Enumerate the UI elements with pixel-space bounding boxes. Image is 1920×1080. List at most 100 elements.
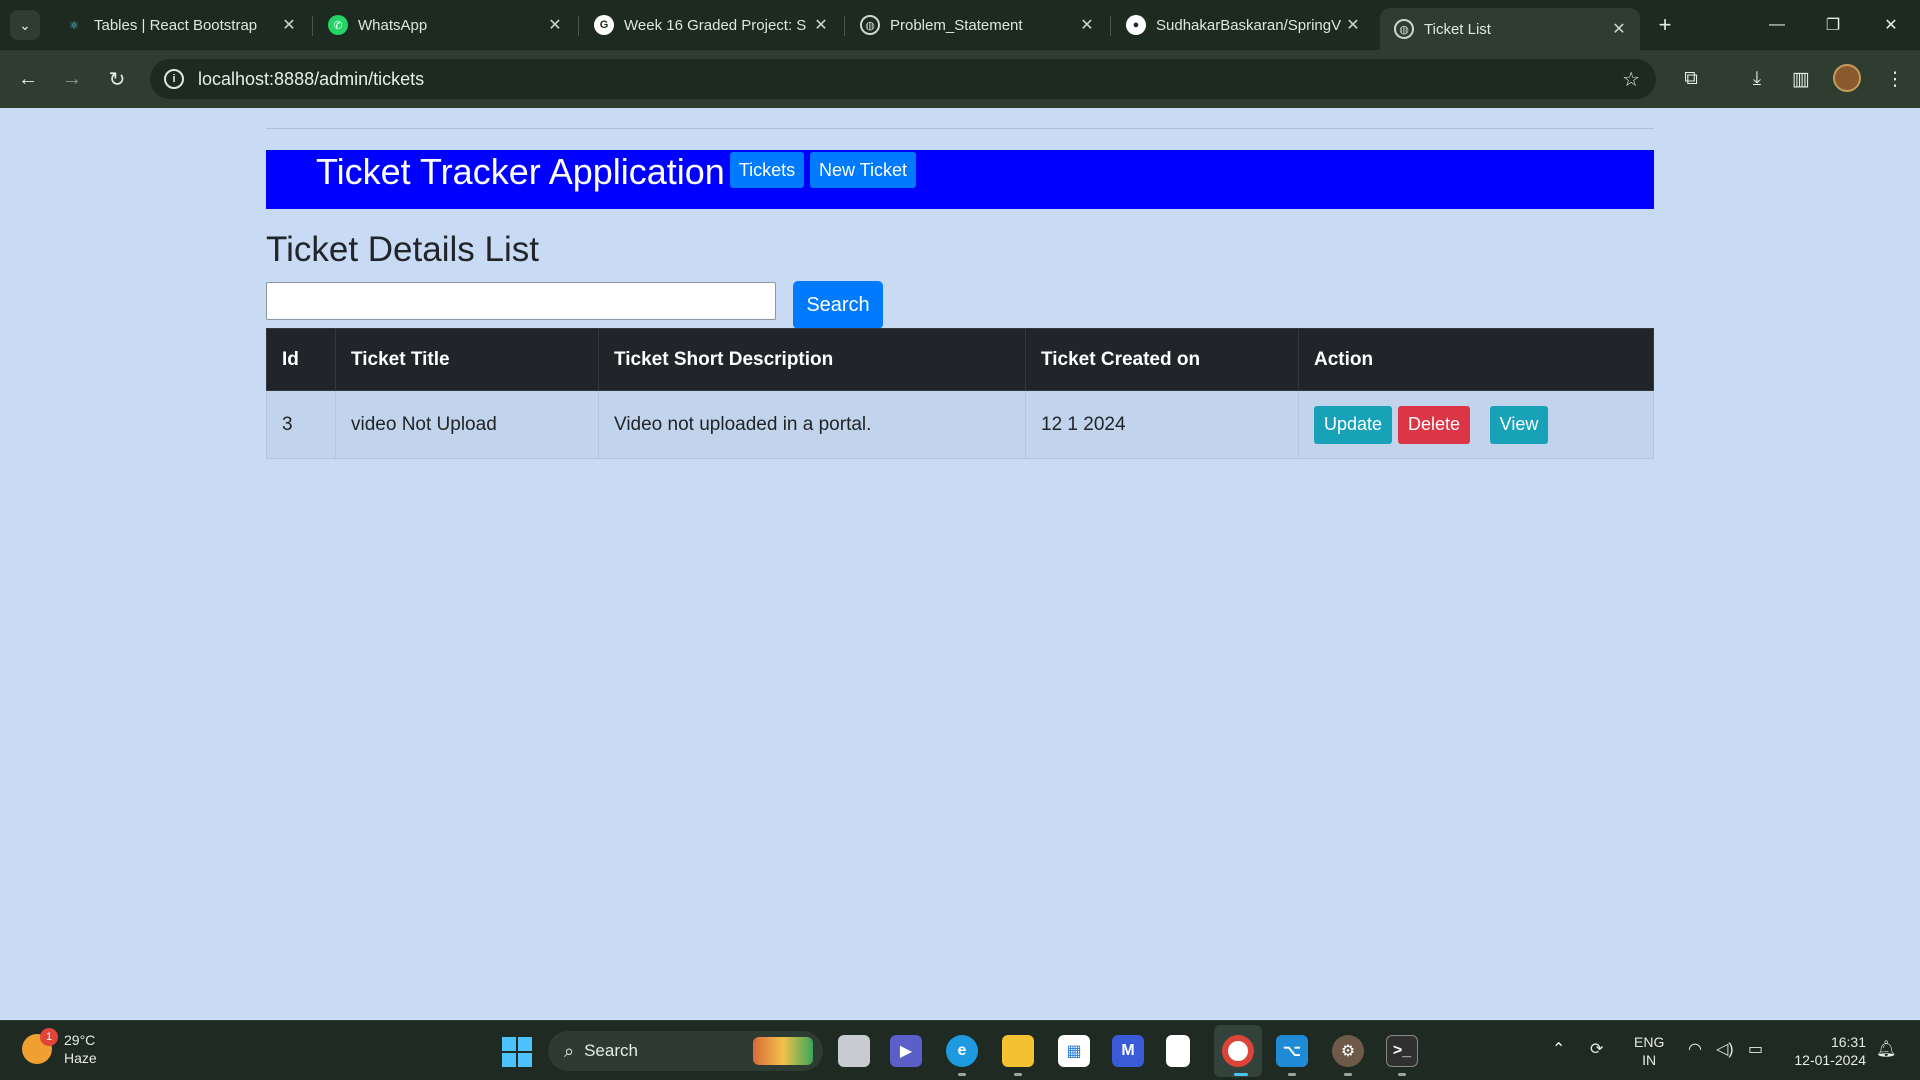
tab-react-bootstrap[interactable]: ⚛ Tables | React Bootstrap ✕ (50, 8, 310, 42)
edge-icon[interactable]: e (946, 1035, 978, 1067)
windows-taskbar: 1 29°C Haze ⌕ Search ▶ e ▦ M ⌥ ⚙ >_ ⌃ ⟳ … (0, 1020, 1920, 1080)
weather-temperature: 29°C (64, 1032, 96, 1048)
tab-strip: ⌄ ⚛ Tables | React Bootstrap ✕ ✆ WhatsAp… (0, 0, 1920, 50)
tab-separator (578, 16, 579, 36)
table-header-row: Id Ticket Title Ticket Short Description… (266, 328, 1654, 391)
language-indicator[interactable]: ENG IN (1634, 1033, 1664, 1069)
column-header-title: Ticket Title (335, 328, 599, 391)
extensions-icon[interactable]: ⧉ (1676, 64, 1706, 94)
table-row: 3 video Not Upload Video not uploaded in… (266, 390, 1654, 459)
close-icon[interactable]: ✕ (1610, 19, 1628, 39)
region-code: IN (1642, 1052, 1657, 1068)
forward-button[interactable]: → (56, 63, 88, 95)
battery-icon[interactable]: ▭ (1748, 1039, 1763, 1059)
column-header-action: Action (1298, 328, 1654, 391)
chevron-up-icon[interactable]: ⌃ (1552, 1039, 1565, 1059)
browser-toolbar: ← → ↻ i localhost:8888/admin/tickets ☆ ⧉… (0, 50, 1920, 108)
back-button[interactable]: ← (12, 63, 44, 95)
profile-avatar[interactable] (1833, 64, 1861, 92)
globe-icon: ◍ (860, 15, 880, 35)
view-button[interactable]: View (1490, 405, 1548, 444)
vscode-icon[interactable]: ⌥ (1276, 1035, 1308, 1067)
page-title: Ticket Details List (266, 230, 539, 269)
globe-icon: ◍ (1394, 19, 1414, 39)
tickets-nav-button[interactable]: Tickets (730, 152, 804, 188)
weather-widget[interactable]: 1 29°C Haze (22, 1028, 97, 1067)
restore-button[interactable]: ❐ (1808, 8, 1858, 42)
delete-button[interactable]: Delete (1398, 405, 1470, 444)
windows-logo-icon (502, 1053, 516, 1067)
arrow-right-icon: → (62, 67, 82, 90)
settings-gear-icon[interactable]: ⚙ (1332, 1035, 1364, 1067)
restore-icon: ❐ (1825, 17, 1841, 34)
running-indicator (1288, 1073, 1296, 1076)
side-panel-icon[interactable]: ▥ (1786, 64, 1816, 94)
close-icon[interactable]: ✕ (546, 15, 564, 35)
search-button[interactable]: Search (793, 281, 883, 329)
search-input[interactable] (266, 282, 776, 320)
running-indicator (1234, 1073, 1248, 1076)
column-header-id: Id (266, 328, 336, 391)
close-window-button[interactable]: ✕ (1866, 8, 1916, 42)
clock-time: 16:31 (1830, 1034, 1866, 1050)
site-info-icon[interactable]: i (164, 69, 184, 89)
chevron-down-icon: ⌄ (19, 16, 31, 33)
address-bar[interactable]: i localhost:8888/admin/tickets ☆ (150, 59, 1656, 99)
tab-search-button[interactable]: ⌄ (10, 10, 40, 40)
tab-ticket-list[interactable]: ◍ Ticket List ✕ (1380, 8, 1640, 50)
cell-title: video Not Upload (335, 390, 599, 459)
chrome-icon[interactable] (1222, 1035, 1254, 1067)
volume-icon[interactable]: ◁) (1716, 1039, 1734, 1059)
bookmark-star-icon[interactable]: ☆ (1622, 67, 1640, 92)
close-icon[interactable]: ✕ (1344, 15, 1362, 35)
start-button[interactable] (502, 1037, 532, 1067)
wifi-icon[interactable]: ◠ (1688, 1039, 1702, 1059)
new-tab-button[interactable]: + (1650, 10, 1680, 40)
minimize-icon: — (1769, 16, 1785, 33)
ticket-table: Id Ticket Title Ticket Short Description… (266, 328, 1654, 459)
taskbar-search[interactable]: ⌕ Search (548, 1031, 823, 1071)
windows-logo-icon (518, 1037, 532, 1051)
close-icon: ✕ (1884, 17, 1898, 34)
system-clock[interactable]: 16:31 12-01-2024 (1784, 1033, 1866, 1069)
store-icon[interactable]: ▦ (1058, 1035, 1090, 1067)
task-view-icon[interactable] (838, 1035, 870, 1067)
minimize-button[interactable]: — (1752, 8, 1802, 42)
teams-meet-icon[interactable]: ▶ (890, 1035, 922, 1067)
menu-dots-icon[interactable]: ⋮ (1880, 64, 1910, 94)
search-highlight-icon (753, 1037, 813, 1065)
editor-app-icon[interactable]: M (1112, 1035, 1144, 1067)
url-text[interactable]: localhost:8888/admin/tickets (198, 69, 424, 90)
close-icon[interactable]: ✕ (280, 15, 298, 35)
tab-github[interactable]: ● SudhakarBaskaran/SpringV ✕ (1112, 8, 1374, 42)
reload-icon: ↻ (108, 68, 126, 91)
tab-separator (312, 16, 313, 36)
running-indicator (1344, 1073, 1352, 1076)
terminal-icon[interactable]: >_ (1386, 1035, 1418, 1067)
column-header-description: Ticket Short Description (598, 328, 1026, 391)
update-button[interactable]: Update (1314, 405, 1392, 444)
cell-created-on: 12 1 2024 (1025, 390, 1299, 459)
notification-bell-icon[interactable]: 🔔︎ (1876, 1039, 1896, 1059)
app-brand[interactable]: Ticket Tracker Application (316, 150, 725, 194)
download-icon[interactable]: ⤓ (1742, 64, 1772, 94)
running-indicator (1398, 1073, 1406, 1076)
tab-problem-statement[interactable]: ◍ Problem_Statement ✕ (846, 8, 1108, 42)
arrow-left-icon: ← (18, 67, 38, 90)
close-icon[interactable]: ✕ (812, 15, 830, 35)
page-content: Ticket Tracker Application Tickets New T… (0, 108, 1920, 1020)
notepad-icon[interactable] (1166, 1035, 1190, 1067)
new-ticket-nav-button[interactable]: New Ticket (810, 152, 916, 188)
taskbar-search-label: Search (584, 1041, 638, 1060)
react-bootstrap-icon: ⚛ (69, 19, 79, 32)
running-indicator (1014, 1073, 1022, 1076)
sync-icon[interactable]: ⟳ (1590, 1039, 1603, 1059)
tab-week16-project[interactable]: G Week 16 Graded Project: S ✕ (580, 8, 842, 42)
windows-logo-icon (502, 1037, 516, 1051)
cell-actions: Update Delete View (1298, 390, 1654, 459)
reload-button[interactable]: ↻ (101, 63, 133, 95)
tab-whatsapp[interactable]: ✆ WhatsApp ✕ (314, 8, 576, 42)
notification-badge: 1 (40, 1028, 58, 1046)
file-explorer-icon[interactable] (1002, 1035, 1034, 1067)
close-icon[interactable]: ✕ (1078, 15, 1096, 35)
